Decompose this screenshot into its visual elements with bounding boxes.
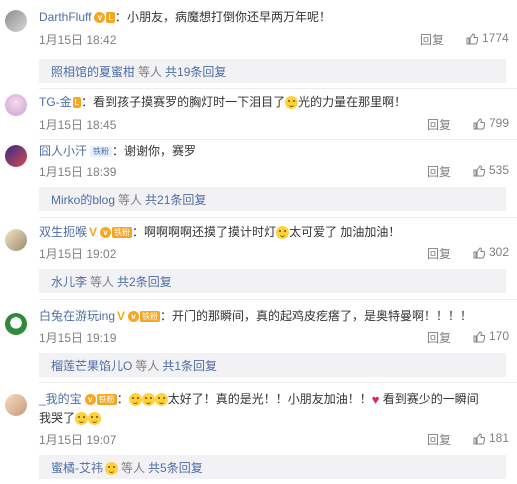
comment-text-end: 太可爱了 加油加油！ xyxy=(289,225,401,239)
crying-emoji-icon xyxy=(75,412,89,426)
reply-summary: 照相馆的夏蜜柑 等人 共19条回复 xyxy=(39,59,506,83)
username[interactable]: 双生扼喉 xyxy=(39,225,87,239)
fan-badge: 铁粉 xyxy=(90,146,113,158)
view-replies-link[interactable]: 共19条回复 xyxy=(165,65,226,79)
reply-user-link[interactable]: 榴莲芒果馅儿O xyxy=(51,359,132,373)
username[interactable]: _我的宝 xyxy=(39,392,82,406)
reply-button[interactable]: 回复 xyxy=(427,116,451,133)
avatar[interactable] xyxy=(5,313,27,335)
verified-v-icon: V xyxy=(89,225,98,240)
avatar[interactable] xyxy=(5,229,27,251)
like-count: 799 xyxy=(489,116,510,130)
view-replies-link[interactable]: 共5条回复 xyxy=(148,461,203,475)
comment-time: 1月15日 18:39 xyxy=(39,165,117,179)
reply-summary: 蜜橘-艾祎 等人 共5条回复 xyxy=(39,455,506,479)
reply-button[interactable]: 回复 xyxy=(420,31,444,48)
crying-emoji-icon xyxy=(128,393,142,407)
like-button[interactable]: 170 xyxy=(473,329,509,343)
reply-button[interactable]: 回复 xyxy=(427,431,451,448)
divider xyxy=(39,139,517,140)
level-badge: 铁粉 xyxy=(96,394,117,406)
reply-user-link[interactable]: 照相馆的夏蜜柑 xyxy=(51,65,135,79)
like-button[interactable]: 302 xyxy=(473,245,509,259)
avatar[interactable] xyxy=(5,394,27,416)
reply-button[interactable]: 回复 xyxy=(427,245,451,262)
verified-v-icon: V xyxy=(117,309,126,324)
like-button[interactable]: 181 xyxy=(473,431,509,445)
comment-text-end: 我哭了 xyxy=(39,411,76,425)
thumbs-up-icon xyxy=(473,331,486,343)
emoji-icon xyxy=(105,462,118,476)
reply-button[interactable]: 回复 xyxy=(427,329,451,346)
like-count: 181 xyxy=(489,431,510,445)
comment-text-end: 光的力量在那里啊！ xyxy=(298,95,407,109)
like-button[interactable]: 799 xyxy=(473,116,509,130)
like-button[interactable]: 1774 xyxy=(466,31,509,45)
divider xyxy=(39,299,517,300)
avatar[interactable] xyxy=(5,145,27,167)
reply-button[interactable]: 回复 xyxy=(427,163,451,180)
username[interactable]: 白兔在游玩ing xyxy=(39,309,115,323)
reply-user-link[interactable]: Mirko的blog xyxy=(51,193,115,207)
divider xyxy=(39,217,517,218)
comment-text: 啊啊啊啊还摸了摸计时灯 xyxy=(144,225,277,239)
crying-emoji-icon xyxy=(285,96,299,110)
crying-emoji-icon xyxy=(141,393,155,407)
comment-text: 小朋友，病魔想打倒你还早两万年呢！ xyxy=(126,10,331,24)
comment-text: 太好了！真的是光！！小朋友加油！！ xyxy=(167,392,372,406)
reply-summary: 榴莲芒果馅儿O 等人 共1条回复 xyxy=(39,353,506,377)
like-count: 1774 xyxy=(482,31,509,45)
divider xyxy=(39,382,517,383)
username[interactable]: TG-金 xyxy=(39,95,72,109)
comment-text: 谢谢你，赛罗 xyxy=(124,144,197,158)
view-replies-link[interactable]: 共1条回复 xyxy=(162,359,217,373)
level-badge: 铁粉 xyxy=(140,311,161,323)
comment-text: 开门的那瞬间，真的起鸡皮疙瘩了，是奥特曼啊！！！！ xyxy=(172,309,473,323)
avatar[interactable] xyxy=(5,10,27,32)
level-badge-icon: L xyxy=(72,97,82,109)
level-badge-icon: L xyxy=(106,12,115,24)
reply-summary: 水儿李 等人 共2条回复 xyxy=(39,269,506,293)
comment-time: 1月15日 19:19 xyxy=(39,331,117,345)
comment-time: 1月15日 18:42 xyxy=(39,33,117,47)
like-count: 302 xyxy=(489,245,510,259)
vip-icon: v xyxy=(128,311,140,323)
reply-summary: Mirko的blog 等人 共21条回复 xyxy=(39,187,506,211)
thumbs-up-icon xyxy=(473,118,486,130)
username[interactable]: 囧人小汗 xyxy=(39,144,87,158)
thumbs-up-icon xyxy=(473,165,486,177)
view-replies-link[interactable]: 共21条回复 xyxy=(145,193,206,207)
heart-icon: ♥ xyxy=(371,392,380,408)
level-badge: 铁粉 xyxy=(112,227,133,239)
avatar[interactable] xyxy=(5,94,27,116)
vip-icon: v xyxy=(84,394,96,406)
comment-text-mid: 看到赛少的一瞬间 xyxy=(382,392,479,406)
thumbs-up-icon xyxy=(473,433,486,445)
crying-emoji-icon xyxy=(154,393,168,407)
like-count: 170 xyxy=(489,329,510,343)
smile-emoji-icon xyxy=(276,226,290,240)
comment-time: 1月15日 19:02 xyxy=(39,247,117,261)
like-count: 535 xyxy=(489,163,510,177)
divider xyxy=(39,88,517,89)
comment-time: 1月15日 19:07 xyxy=(39,433,117,447)
comment-time: 1月15日 18:45 xyxy=(39,118,117,132)
view-replies-link[interactable]: 共2条回复 xyxy=(117,275,172,289)
like-button[interactable]: 535 xyxy=(473,163,509,177)
username[interactable]: DarthFluff xyxy=(39,10,91,24)
comment-text: 看到孩子摸赛罗的胸灯时一下泪目了 xyxy=(93,95,286,109)
thumbs-up-icon xyxy=(466,33,479,45)
thumbs-up-icon xyxy=(473,247,486,259)
crying-emoji-icon xyxy=(88,412,102,426)
reply-user-link[interactable]: 蜜橘-艾祎 xyxy=(51,461,103,475)
vip-icon: v xyxy=(94,12,106,24)
vip-icon: v xyxy=(100,227,112,239)
reply-user-link[interactable]: 水儿李 xyxy=(51,275,87,289)
